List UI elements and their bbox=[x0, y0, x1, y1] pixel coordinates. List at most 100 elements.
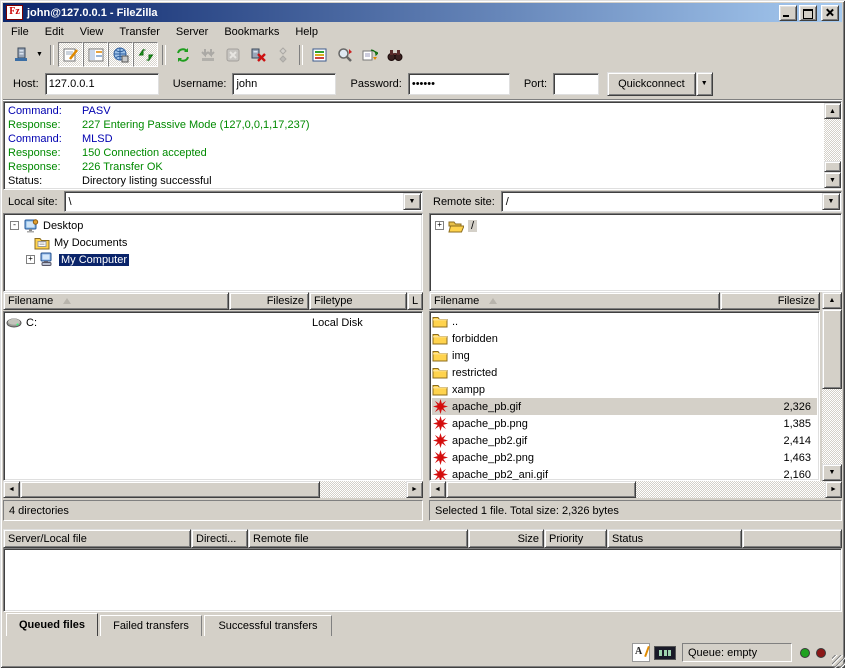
column-header-last-modified[interactable]: L bbox=[407, 292, 423, 310]
remote-site-combo[interactable]: / ▼ bbox=[501, 191, 842, 212]
site-manager-button[interactable] bbox=[8, 42, 33, 67]
ascii-indicator-icon[interactable]: A bbox=[632, 643, 650, 662]
column-header-filesize[interactable]: Filesize bbox=[720, 292, 820, 310]
remote-scrollbar-htrack[interactable] bbox=[636, 481, 825, 498]
column-header-remote-file[interactable]: Remote file bbox=[248, 529, 468, 548]
menu-transfer[interactable]: Transfer bbox=[111, 24, 168, 40]
synchronized-browsing-button[interactable] bbox=[332, 42, 357, 67]
expand-icon[interactable]: + bbox=[435, 221, 444, 230]
file-row[interactable]: apache_pb.png 1,385 bbox=[432, 415, 817, 432]
message-log[interactable]: Command:PASV Response:227 Entering Passi… bbox=[3, 101, 842, 190]
column-header-filename[interactable]: Filename bbox=[429, 292, 720, 310]
local-scrollbar-thumb[interactable] bbox=[20, 481, 320, 498]
file-row[interactable]: xampp bbox=[432, 381, 817, 398]
remote-scroll-up-button[interactable]: ▲ bbox=[822, 292, 842, 309]
quickconnect-button[interactable]: Quickconnect bbox=[607, 72, 696, 96]
remote-file-list[interactable]: .. forbidden img restricted xampp apache… bbox=[429, 311, 820, 481]
file-row[interactable]: apache_pb2_ani.gif 2,160 bbox=[432, 466, 817, 481]
menu-edit[interactable]: Edit bbox=[37, 24, 72, 40]
remote-scroll-down-button[interactable]: ▼ bbox=[822, 464, 842, 481]
remote-scroll-left-button[interactable]: ◄ bbox=[429, 481, 446, 498]
toggle-local-tree-button[interactable] bbox=[83, 42, 108, 67]
file-row[interactable]: forbidden bbox=[432, 330, 817, 347]
column-header-status[interactable]: Status bbox=[607, 529, 742, 548]
tree-item-my-documents[interactable]: My Documents bbox=[34, 234, 127, 251]
collapse-icon[interactable]: - bbox=[10, 221, 19, 230]
log-scroll-up-button[interactable]: ▲ bbox=[824, 103, 841, 119]
toggle-remote-tree-button[interactable] bbox=[108, 42, 133, 67]
close-button[interactable] bbox=[821, 5, 839, 21]
toggle-message-log-button[interactable] bbox=[58, 42, 83, 67]
file-row[interactable]: apache_pb2.gif 2,414 bbox=[432, 432, 817, 449]
password-input[interactable] bbox=[408, 73, 510, 95]
menu-bookmarks[interactable]: Bookmarks bbox=[216, 24, 287, 40]
log-scrollbar-track[interactable] bbox=[824, 119, 841, 161]
log-scrollbar-thumb[interactable] bbox=[824, 161, 841, 172]
cancel-button[interactable] bbox=[220, 42, 245, 67]
chevron-down-icon[interactable]: ▼ bbox=[403, 193, 421, 210]
resize-grip[interactable] bbox=[832, 655, 845, 668]
column-header-filetype[interactable]: Filetype bbox=[309, 292, 407, 310]
host-input[interactable] bbox=[45, 73, 159, 95]
remote-scrollbar-thumb[interactable] bbox=[822, 309, 842, 389]
reconnect-button[interactable] bbox=[270, 42, 295, 67]
remote-scroll-right-button[interactable]: ► bbox=[825, 481, 842, 498]
local-file-list[interactable]: C: Local Disk bbox=[3, 311, 423, 481]
chevron-down-icon[interactable]: ▼ bbox=[822, 193, 840, 210]
local-scroll-left-button[interactable]: ◄ bbox=[3, 481, 20, 498]
local-tree-panel[interactable]: - Desktop My Documents + My Computer bbox=[3, 213, 423, 292]
host-label: Host: bbox=[13, 78, 39, 90]
expand-icon[interactable]: + bbox=[26, 255, 35, 264]
column-header-direction[interactable]: Directi... bbox=[191, 529, 248, 548]
site-manager-dropdown-button[interactable]: ▼ bbox=[33, 43, 46, 66]
refresh-button[interactable] bbox=[170, 42, 195, 67]
find-files-button[interactable] bbox=[382, 42, 407, 67]
remote-scrollbar-hthumb[interactable] bbox=[446, 481, 636, 498]
tab-failed-transfers[interactable]: Failed transfers bbox=[100, 615, 202, 636]
toggle-transfer-queue-button[interactable] bbox=[133, 42, 158, 67]
username-input[interactable] bbox=[232, 73, 336, 95]
file-row[interactable]: img bbox=[432, 347, 817, 364]
local-site-combo[interactable]: \ ▼ bbox=[64, 191, 423, 212]
menu-server[interactable]: Server bbox=[168, 24, 216, 40]
maximize-button[interactable] bbox=[799, 5, 817, 21]
file-row-c-drive[interactable]: C: Local Disk bbox=[6, 314, 420, 331]
port-input[interactable] bbox=[553, 73, 599, 95]
file-row[interactable]: restricted bbox=[432, 364, 817, 381]
directory-comparison-button[interactable] bbox=[307, 42, 332, 67]
quickconnect-dropdown-button[interactable]: ▼ bbox=[696, 72, 713, 96]
column-header-filesize[interactable]: Filesize bbox=[229, 292, 309, 310]
tree-item-my-computer[interactable]: + My Computer bbox=[26, 251, 129, 268]
queue-list[interactable] bbox=[3, 548, 842, 612]
process-queue-button[interactable] bbox=[195, 42, 220, 67]
column-header-server-local-file[interactable]: Server/Local file bbox=[3, 529, 191, 548]
column-header-size[interactable]: Size bbox=[468, 529, 544, 548]
documents-folder-icon bbox=[34, 235, 50, 250]
local-scrollbar-track[interactable] bbox=[320, 481, 406, 498]
tree-item-desktop[interactable]: - Desktop bbox=[10, 217, 83, 234]
file-row[interactable]: apache_pb2.png 1,463 bbox=[432, 449, 817, 466]
local-status-bar: 4 directories bbox=[3, 500, 423, 521]
tree-item-root[interactable]: + / bbox=[435, 217, 477, 234]
menu-file[interactable]: File bbox=[3, 24, 37, 40]
directory-listing-filters-button[interactable] bbox=[357, 42, 382, 67]
file-row[interactable]: .. bbox=[432, 313, 817, 330]
log-scroll-down-button[interactable]: ▼ bbox=[824, 172, 841, 188]
minimize-button[interactable] bbox=[779, 5, 797, 21]
remote-tree-panel[interactable]: + / bbox=[429, 213, 842, 292]
binary-indicator-icon[interactable] bbox=[654, 646, 676, 660]
menu-view[interactable]: View bbox=[72, 24, 112, 40]
file-row-selected[interactable]: apache_pb.gif 2,326 bbox=[432, 398, 817, 415]
tab-queued-files[interactable]: Queued files bbox=[6, 613, 98, 636]
remote-scrollbar-track[interactable] bbox=[822, 389, 842, 464]
queue-size-panel: Queue: empty bbox=[682, 643, 792, 662]
local-scroll-right-button[interactable]: ► bbox=[406, 481, 423, 498]
queue-tabs: Queued files Failed transfers Successful… bbox=[3, 613, 842, 637]
binoculars-icon bbox=[387, 47, 403, 63]
column-header-filename[interactable]: Filename bbox=[3, 292, 229, 310]
title-bar[interactable]: Fz john@127.0.0.1 - FileZilla bbox=[3, 3, 842, 22]
menu-help[interactable]: Help bbox=[287, 24, 326, 40]
disconnect-button[interactable] bbox=[245, 42, 270, 67]
tab-successful-transfers[interactable]: Successful transfers bbox=[204, 615, 332, 636]
column-header-priority[interactable]: Priority bbox=[544, 529, 607, 548]
